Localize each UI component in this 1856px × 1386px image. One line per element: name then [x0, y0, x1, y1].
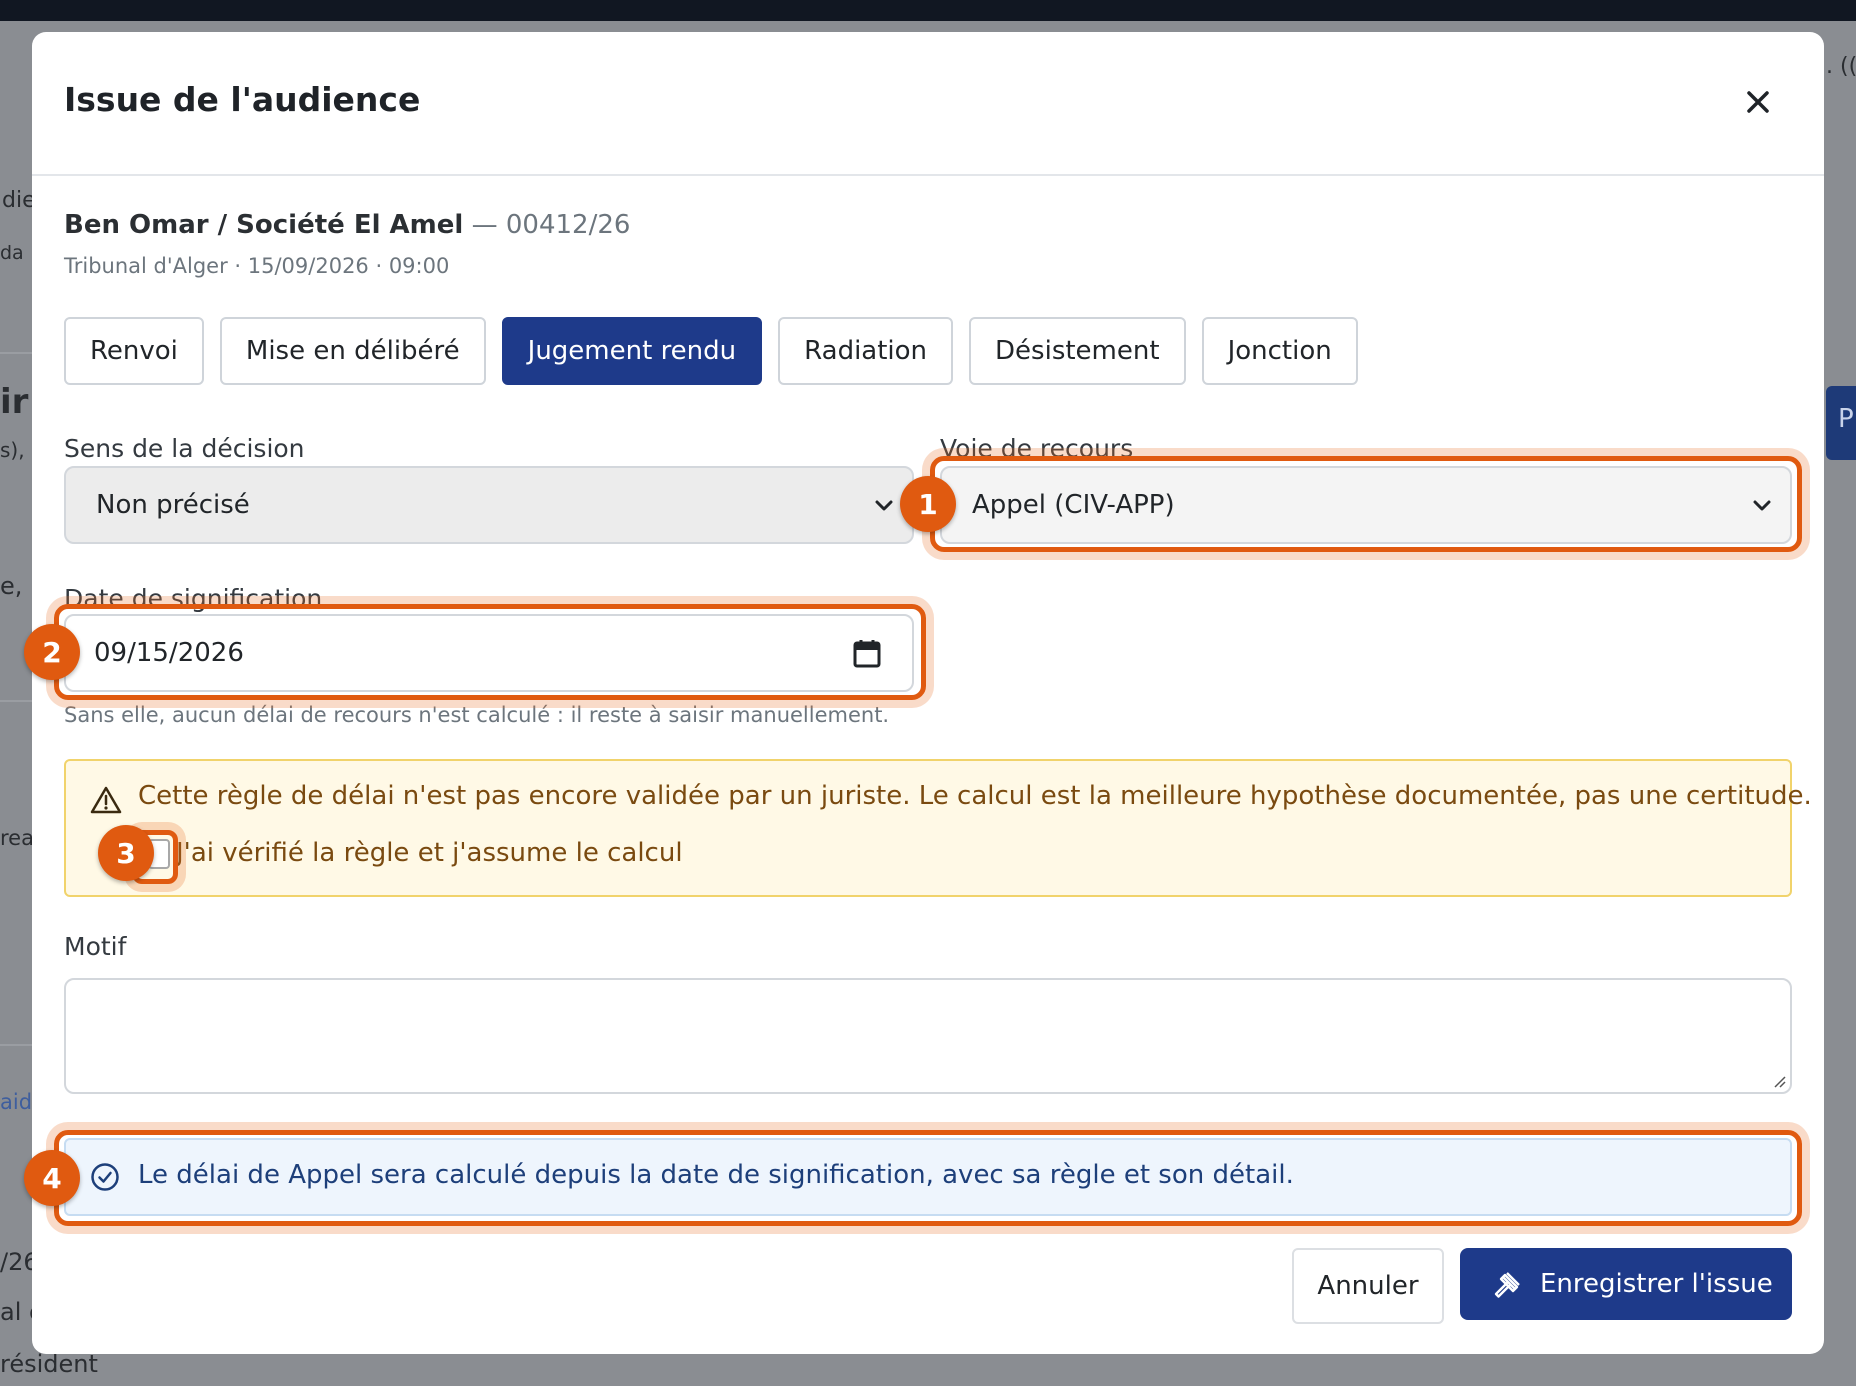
signification-date-input[interactable]: 09/15/2026 — [64, 614, 914, 692]
bg-text: . (( — [1826, 54, 1856, 79]
bg-text: rea — [0, 826, 34, 850]
case-number: 00412/26 — [505, 210, 631, 240]
recours-value: Appel (CIV-APP) — [972, 490, 1175, 520]
rule-verified-label[interactable]: J'ai vérifié la règle et j'assume le cal… — [176, 838, 683, 868]
decision-select[interactable]: Non précisé — [64, 466, 914, 544]
app-topbar — [0, 0, 1856, 21]
annotation-badge-3: 3 — [98, 825, 154, 881]
decision-label: Sens de la décision — [64, 434, 305, 463]
motif-textarea[interactable] — [64, 978, 1792, 1094]
recours-label: Voie de recours — [940, 434, 1134, 463]
bg-side-tab: P — [1826, 386, 1856, 460]
outcome-selector: Renvoi Mise en délibéré Jugement rendu R… — [64, 317, 1358, 385]
save-issue-label: Enregistrer l'issue — [1540, 1269, 1773, 1299]
chevron-down-icon — [1753, 500, 1771, 511]
signification-help: Sans elle, aucun délai de recours n'est … — [64, 703, 890, 727]
outcome-radiation-button[interactable]: Radiation — [778, 317, 954, 385]
motif-label: Motif — [64, 932, 127, 961]
signification-date-value: 09/15/2026 — [94, 638, 244, 668]
signification-label: Date de signification — [64, 584, 323, 613]
bg-text: die — [2, 188, 36, 213]
bg-divider — [0, 352, 32, 354]
warning-icon — [90, 786, 122, 814]
annotation-badge-1: 1 — [900, 476, 956, 532]
issue-modal: Issue de l'audience Ben Omar / Société E… — [32, 32, 1824, 1354]
case-title: Ben Omar / Société El Amel — 00412/26 — [64, 210, 630, 240]
bg-text: da — [0, 242, 24, 264]
calendar-icon[interactable] — [852, 638, 882, 670]
chevron-down-icon — [875, 500, 893, 511]
modal-title: Issue de l'audience — [64, 80, 421, 119]
bg-divider — [0, 1044, 32, 1046]
annotation-badge-4: 4 — [24, 1150, 80, 1206]
save-issue-button[interactable]: Enregistrer l'issue — [1460, 1248, 1792, 1320]
recours-select[interactable]: Appel (CIV-APP) — [940, 466, 1792, 544]
outcome-withdrawal-button[interactable]: Désistement — [969, 317, 1186, 385]
modal-header: Issue de l'audience — [32, 32, 1824, 176]
bg-divider — [0, 700, 32, 702]
bg-text: s), — [0, 438, 25, 462]
case-separator: — — [463, 210, 506, 240]
warning-text: Cette règle de délai n'est pas encore va… — [138, 781, 1812, 811]
cancel-button[interactable]: Annuler — [1292, 1248, 1444, 1324]
resize-handle-icon[interactable] — [1772, 1074, 1786, 1088]
close-icon[interactable] — [1740, 84, 1776, 120]
case-parties: Ben Omar / Société El Amel — [64, 210, 464, 240]
annotation-badge-2: 2 — [24, 624, 80, 680]
deadline-info: Le délai de Appel sera calculé depuis la… — [64, 1138, 1792, 1216]
outcome-joinder-button[interactable]: Jonction — [1201, 317, 1358, 385]
validation-warning: Cette règle de délai n'est pas encore va… — [64, 759, 1812, 897]
bg-text: résident — [0, 1350, 98, 1378]
check-circle-icon — [91, 1163, 119, 1191]
decision-value: Non précisé — [96, 490, 250, 520]
gavel-icon — [1494, 1272, 1520, 1298]
bg-text: ir — [0, 382, 29, 422]
outcome-judgment-button[interactable]: Jugement rendu — [501, 317, 763, 385]
case-details: Tribunal d'Alger · 15/09/2026 · 09:00 — [64, 254, 450, 278]
outcome-renvoi-button[interactable]: Renvoi — [64, 317, 204, 385]
outcome-deliberation-button[interactable]: Mise en délibéré — [219, 317, 486, 385]
deadline-info-text: Le délai de Appel sera calculé depuis la… — [138, 1160, 1294, 1190]
